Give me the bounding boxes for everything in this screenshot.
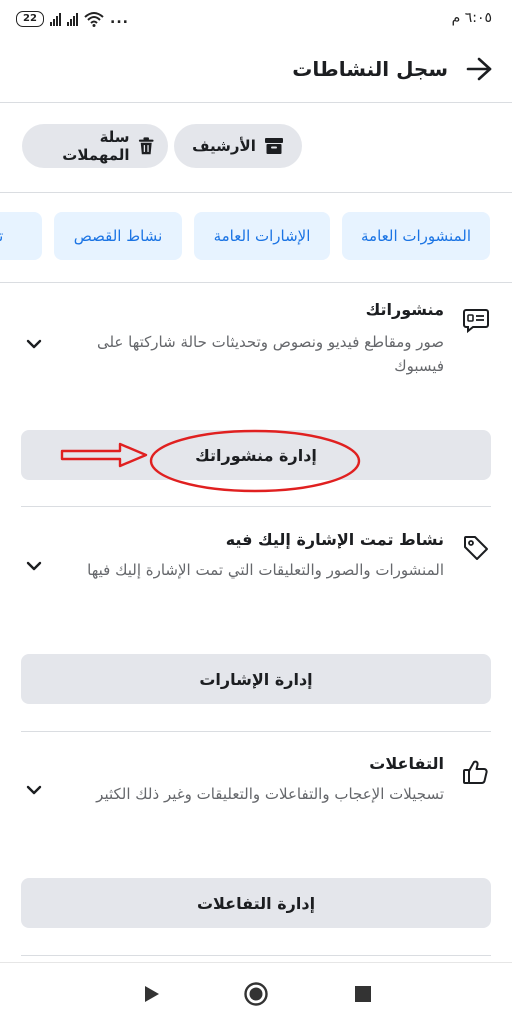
header: سجل النشاطات [0,44,512,100]
annotation-arrow-icon [60,442,148,468]
section-tagged-title: نشاط تمت الإشارة إليك فيه [225,530,444,549]
back-nav-icon[interactable] [138,981,164,1007]
trash-icon [138,137,154,155]
tab-stories-activity[interactable]: نشاط القصص [54,212,182,260]
section-divider-1 [21,506,491,507]
tab-public-mentions[interactable]: الإشارات العامة [194,212,330,260]
manage-tags-button[interactable]: إدارة الإشارات [21,654,491,704]
status-icons: 22 ... [16,8,129,30]
signal-icon-2 [67,12,78,26]
navigation-bar [0,962,512,1025]
battery-icon: 22 [16,11,44,27]
manage-interactions-button[interactable]: إدارة التفاعلات [21,878,491,928]
archive-label: الأرشيف [192,137,256,155]
trash-label: سلة المهملات [62,128,130,164]
chevron-down-icon[interactable] [24,556,44,576]
back-arrow-icon[interactable] [464,54,494,84]
section-interactions-description: تسجيلات الإعجاب والتفاعلات والتعليقات وغ… [96,785,444,803]
header-divider [0,102,512,103]
more-status-icon: ... [110,11,129,27]
section-posts-title: منشوراتك [365,300,444,319]
tag-icon [464,536,488,560]
wifi-icon [84,12,104,27]
page-title: سجل النشاطات [292,57,448,81]
section-tagged-description: المنشورات والصور والتعليقات التي تمت الإ… [87,561,444,579]
signal-icon [50,12,61,26]
home-nav-icon[interactable] [243,981,269,1007]
annotation-ellipse [149,429,361,493]
tab-public-posts[interactable]: المنشورات العامة [342,212,490,260]
archive-chip[interactable]: الأرشيف [174,124,302,168]
tabs-divider [0,282,512,283]
chevron-down-icon[interactable] [24,780,44,800]
chevron-down-icon[interactable] [24,334,44,354]
section-posts-description: صور ومقاطع فيديو ونصوص وتحديثات حالة شار… [96,333,444,375]
recents-nav-icon[interactable] [350,981,376,1007]
chips-divider [0,192,512,193]
filter-tabs: المنشورات العامة الإشارات العامة نشاط ال… [0,212,512,262]
trash-chip[interactable]: سلة المهملات [22,124,168,168]
archive-icon [264,138,283,154]
status-bar: ٦:٠٥ م 22 ... [0,0,512,38]
section-divider-2 [21,731,491,732]
section-interactions-title: التفاعلات [369,754,444,773]
posts-icon [463,309,489,334]
thumbs-up-icon [463,760,488,784]
status-time: ٦:٠٥ م [451,10,492,26]
tab-next-partial[interactable]: تس [0,212,42,260]
section-divider-3 [21,955,491,956]
